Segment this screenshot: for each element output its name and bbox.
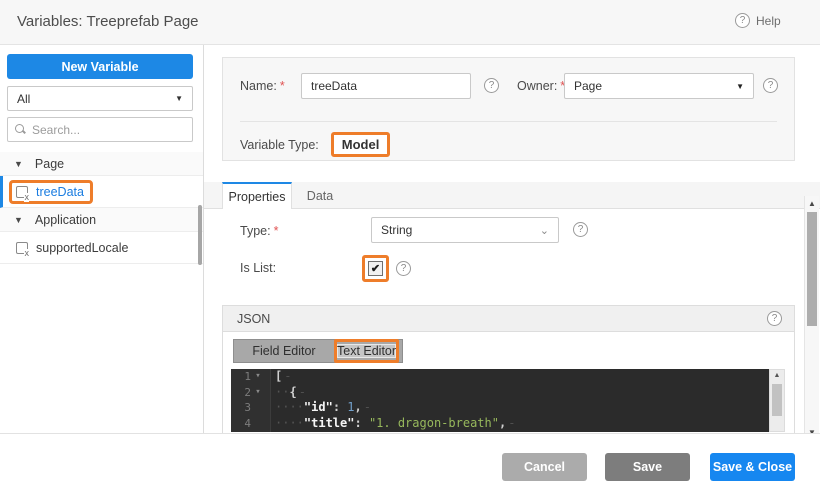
editor-code-area: [- ··{- ····"id": 1,- ····"title": "1. d… (275, 369, 769, 431)
variable-type-annotation-box: Model (331, 132, 391, 157)
name-label: Name:* (240, 79, 285, 93)
variable-type-value: Model (342, 137, 380, 152)
variables-tree: ▼ Page x treeData ▼ Application x suppor… (0, 152, 203, 264)
card-divider (240, 121, 777, 122)
code-line: ····"id": 1,- (275, 400, 769, 416)
json-code-editor[interactable]: 1▾ 2▾ 3 4 [- ··{- ····"id": 1,- ····"tit… (231, 369, 769, 432)
dialog-footer: Cancel Save Save & Close (0, 433, 820, 490)
tree-item-treedata[interactable]: x treeData (0, 176, 203, 208)
tab-data[interactable]: Data (292, 182, 348, 209)
variables-dialog: Variables: Treeprefab Page ? Help New Va… (0, 0, 820, 490)
code-line: [- (275, 369, 769, 385)
dialog-header: Variables: Treeprefab Page ? Help (0, 0, 820, 45)
json-title: JSON (237, 312, 270, 326)
line-number: 3 (231, 400, 251, 416)
line-number: 2 (231, 385, 251, 401)
variable-type-label: Variable Type: (240, 138, 319, 152)
tree-group-application[interactable]: ▼ Application (0, 208, 203, 232)
is-list-checkbox[interactable]: ✔ (368, 261, 383, 276)
group-application-label: Application (35, 213, 96, 227)
treedata-label: treeData (36, 185, 84, 199)
detail-tabbar: Properties Data (204, 182, 820, 209)
required-marker: * (280, 79, 285, 93)
line-number: 4 (231, 416, 251, 432)
editor-scrollbar-thumb[interactable] (772, 384, 782, 416)
code-line: ··{- (275, 385, 769, 401)
page-title: Variables: Treeprefab Page (17, 13, 199, 30)
save-and-close-button[interactable]: Save & Close (710, 453, 795, 481)
tree-item-supportedlocale[interactable]: x supportedLocale (0, 232, 203, 264)
owner-help-icon[interactable]: ? (763, 78, 778, 93)
required-marker: * (274, 224, 279, 238)
model-variable-icon: x (16, 242, 28, 254)
editor-gutter: 1▾ 2▾ 3 4 (231, 369, 271, 432)
line-number: 1 (231, 369, 251, 385)
help-link[interactable]: ? Help (735, 13, 781, 28)
sidebar-scrollbar-thumb[interactable] (198, 205, 202, 265)
scroll-up-icon[interactable]: ▲ (770, 372, 784, 379)
is-list-annotation-box: ✔ (362, 255, 389, 282)
text-editor-button[interactable]: Text Editor (337, 344, 396, 358)
tree-group-page[interactable]: ▼ Page (0, 152, 203, 176)
type-select[interactable]: String ⌄ (371, 217, 559, 243)
model-variable-icon: x (16, 186, 28, 198)
type-help-icon[interactable]: ? (573, 222, 588, 237)
owner-selected-value: Page (574, 79, 602, 93)
variables-sidebar: New Variable All ▼ ▼ Page x treeData ▼ A… (0, 45, 204, 433)
filter-selected-value: All (17, 92, 30, 106)
tab-properties[interactable]: Properties (222, 182, 292, 210)
variable-summary-card: Name:* ? Owner:* Page ▼ ? Variable Type:… (222, 57, 795, 161)
is-list-help-icon[interactable]: ? (396, 261, 411, 276)
variable-search (7, 117, 193, 142)
save-button[interactable]: Save (605, 453, 690, 481)
new-variable-button[interactable]: New Variable (7, 54, 193, 79)
dropdown-arrow-icon: ▼ (175, 94, 183, 103)
field-editor-button[interactable]: Field Editor (234, 344, 334, 358)
help-icon: ? (735, 13, 750, 28)
owner-label: Owner:* (517, 79, 565, 93)
name-field[interactable] (301, 73, 471, 99)
group-page-label: Page (35, 157, 64, 171)
search-icon (15, 124, 26, 135)
cancel-button[interactable]: Cancel (502, 453, 587, 481)
variable-filter-select[interactable]: All ▼ (7, 86, 193, 111)
help-label: Help (756, 14, 781, 28)
content-scrollbar-thumb[interactable] (807, 212, 817, 326)
chevron-down-icon: ⌄ (540, 224, 549, 237)
search-input[interactable] (32, 123, 172, 137)
code-line: ····"title": "1. dragon-breath",- (275, 416, 769, 432)
type-label: Type:* (240, 224, 278, 238)
editor-scrollbar[interactable]: ▲ (769, 369, 785, 432)
dropdown-arrow-icon: ▼ (736, 82, 744, 91)
supportedlocale-label: supportedLocale (36, 241, 128, 255)
json-panel: JSON ? Field Editor Text Editor 1▾ 2▾ 3 … (222, 305, 795, 433)
owner-select[interactable]: Page ▼ (564, 73, 754, 99)
treedata-annotation-box: x treeData (9, 180, 93, 204)
group-expanded-icon: ▼ (14, 215, 23, 225)
fold-arrow-icon[interactable]: ▾ (251, 385, 265, 401)
text-editor-annotation-box: Text Editor (334, 339, 399, 363)
group-expanded-icon: ▼ (14, 159, 23, 169)
type-selected-value: String (381, 223, 412, 237)
is-list-label: Is List: (240, 261, 276, 275)
json-help-icon[interactable]: ? (767, 311, 782, 326)
json-panel-header: JSON ? (223, 306, 794, 332)
editor-mode-toggle: Field Editor Text Editor (233, 339, 403, 363)
content-scrollbar[interactable]: ▲ ▼ (804, 196, 819, 440)
fold-arrow-icon[interactable]: ▾ (251, 369, 265, 385)
name-help-icon[interactable]: ? (484, 78, 499, 93)
scroll-up-icon[interactable]: ▲ (805, 199, 819, 208)
